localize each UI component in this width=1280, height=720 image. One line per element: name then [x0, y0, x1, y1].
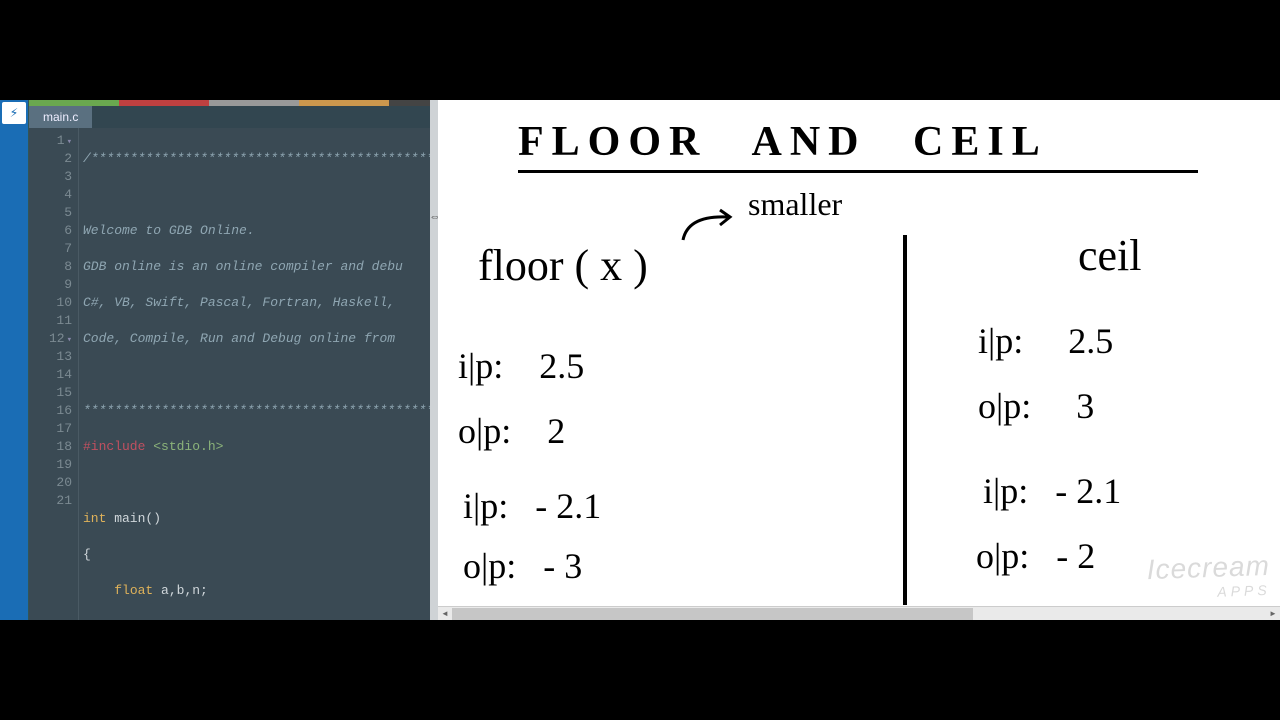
horizontal-scrollbar[interactable]: ◄ ► [438, 606, 1280, 620]
io-value: 3 [1076, 386, 1094, 426]
resize-icon[interactable]: ⇔ [431, 210, 436, 224]
line-number: 4 [29, 186, 72, 204]
comment-text: C#, VB, Swift, Pascal, Fortran, Haskell, [83, 295, 403, 310]
io-value: 2.5 [539, 346, 584, 386]
annotation-smaller: smaller [748, 186, 842, 223]
comment-text: Welcome to GDB Online. [83, 223, 255, 238]
ceil-ex2-in: i|p: - 2.1 [983, 470, 1121, 512]
indent [83, 583, 114, 598]
indent [83, 619, 114, 620]
comment-text: ****************************************… [83, 403, 430, 418]
io-label: i|p: [463, 486, 508, 526]
divider-line [903, 235, 907, 605]
scrollbar-track[interactable] [452, 608, 1266, 620]
scrollbar-thumb[interactable] [452, 608, 973, 620]
scroll-right-icon[interactable]: ► [1266, 607, 1280, 621]
fn-decl: main() [106, 511, 161, 526]
line-number: 21 [29, 492, 72, 510]
watermark-sub: APPS [1147, 582, 1271, 602]
line-number: 11 [29, 312, 72, 330]
bolt-icon[interactable]: ⚡ [2, 102, 26, 124]
floor-ex2-in: i|p: - 2.1 [463, 485, 601, 527]
io-label: i|p: [978, 321, 1023, 361]
io-value: 2 [547, 411, 565, 451]
line-number: 13 [29, 348, 72, 366]
code-area[interactable]: 1 2 3 4 5 6 7 8 9 10 11 12 13 14 15 16 1… [29, 128, 430, 620]
line-number: 15 [29, 384, 72, 402]
io-label: o|p: [458, 411, 511, 451]
watermark-text: Icecream [1146, 550, 1270, 585]
punct: ); [239, 619, 255, 620]
ceil-ex1-out: o|p: 3 [978, 385, 1094, 427]
left-rail: ⚡ [0, 100, 28, 620]
comment-text: GDB online is an online compiler and deb… [83, 259, 403, 274]
comment-text: ****************************************… [91, 151, 430, 166]
brace: { [83, 547, 91, 562]
io-label: o|p: [463, 546, 516, 586]
line-number: 8 [29, 258, 72, 276]
io-value: - 2 [1056, 536, 1095, 576]
whiteboard-title: FLOOR AND CEIL [518, 118, 1048, 166]
io-value: - 2.1 [535, 486, 601, 526]
ceil-ex2-out: o|p: - 2 [976, 535, 1095, 577]
splitter[interactable]: ⇔ [430, 100, 438, 620]
comment-text: / [83, 151, 91, 166]
io-label: i|p: [458, 346, 503, 386]
string: "enter n" [169, 619, 239, 620]
line-number: 6 [29, 222, 72, 240]
io-label: o|p: [978, 386, 1031, 426]
line-number: 14 [29, 366, 72, 384]
ceil-label: ceil [1078, 230, 1142, 281]
line-number: 3 [29, 168, 72, 186]
whiteboard-panel: FLOOR AND CEIL smaller floor ( x ) ceil … [438, 100, 1280, 620]
title-underline [518, 170, 1198, 173]
floor-label: floor ( x ) [478, 240, 648, 291]
scroll-left-icon[interactable]: ◄ [438, 607, 452, 621]
tab-main-c[interactable]: main.c [29, 106, 92, 128]
floor-ex1-out: o|p: 2 [458, 410, 565, 452]
line-number: 20 [29, 474, 72, 492]
io-label: o|p: [976, 536, 1029, 576]
tab-bar: main.c [29, 106, 430, 128]
preproc: #include [83, 439, 153, 454]
code-text[interactable]: /***************************************… [79, 128, 430, 620]
line-number-gutter: 1 2 3 4 5 6 7 8 9 10 11 12 13 14 15 16 1… [29, 128, 79, 620]
line-number: 5 [29, 204, 72, 222]
comment-text: Code, Compile, Run and Debug online from [83, 331, 403, 346]
line-number: 17 [29, 420, 72, 438]
line-number: 1 [29, 132, 72, 150]
line-number: 18 [29, 438, 72, 456]
watermark: Icecream APPS [1146, 550, 1271, 602]
floor-ex1-in: i|p: 2.5 [458, 345, 584, 387]
ceil-ex1-in: i|p: 2.5 [978, 320, 1113, 362]
io-label: i|p: [983, 471, 1028, 511]
include: <stdio.h> [153, 439, 223, 454]
io-value: 2.5 [1068, 321, 1113, 361]
keyword: float [114, 583, 153, 598]
line-number: 19 [29, 456, 72, 474]
keyword: int [83, 511, 106, 526]
vars: a,b,n; [153, 583, 208, 598]
line-number: 16 [29, 402, 72, 420]
line-number: 12 [29, 330, 72, 348]
fn-call: printf [114, 619, 161, 620]
io-value: - 3 [543, 546, 582, 586]
line-number: 9 [29, 276, 72, 294]
floor-ex2-out: o|p: - 3 [463, 545, 582, 587]
editor-panel: main.c 1 2 3 4 5 6 7 8 9 10 11 12 13 14 … [28, 100, 430, 620]
arrow-icon [678, 205, 738, 245]
io-value: - 2.1 [1055, 471, 1121, 511]
line-number: 10 [29, 294, 72, 312]
line-number: 7 [29, 240, 72, 258]
paren: ( [161, 619, 169, 620]
line-number: 2 [29, 150, 72, 168]
